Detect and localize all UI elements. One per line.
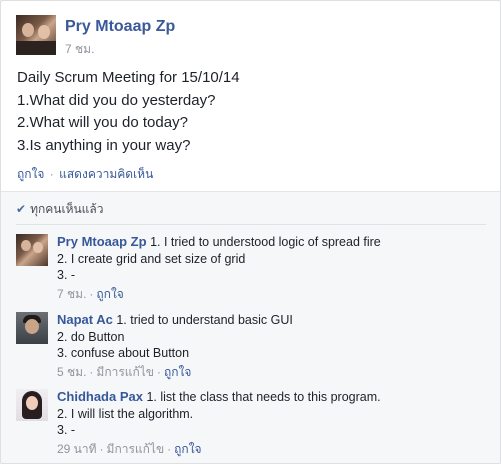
post-actions: ถูกใจ · แสดงความคิดเห็น <box>17 165 153 184</box>
comment-like-link[interactable]: ถูกใจ <box>96 287 123 301</box>
post-body: Daily Scrum Meeting for 15/10/14 1.What … <box>17 67 487 157</box>
comment-text: 3. - <box>57 423 76 437</box>
comment-timestamp[interactable]: 5 ชม. <box>57 365 86 379</box>
seen-by-label: ทุกคนเห็นแล้ว <box>30 202 104 216</box>
comment-link[interactable]: แสดงความคิดเห็น <box>59 167 153 181</box>
post-line: 3.Is anything in your way? <box>17 136 191 154</box>
commenter-name[interactable]: Pry Mtoaap Zp <box>57 234 147 249</box>
comment-text: 1. tried to understand basic GUI <box>116 313 293 327</box>
comment-timestamp[interactable]: 7 ชม. <box>57 287 86 301</box>
comment-text: 2. I create grid and set size of grid <box>57 251 246 266</box>
edited-label[interactable]: มีการแก้ไข <box>107 442 165 456</box>
commenter-name[interactable]: Chidhada Pax <box>57 389 143 404</box>
comment-text: 1. I tried to understood logic of spread… <box>150 235 381 249</box>
commenter-avatar[interactable] <box>16 389 48 421</box>
post-line: Daily Scrum Meeting for 15/10/14 <box>17 69 240 86</box>
comment-text: 2. do Button <box>57 329 125 344</box>
comment-like-link[interactable]: ถูกใจ <box>174 442 201 456</box>
comment-meta: 29 นาที · มีการแก้ไข · ถูกใจ <box>57 441 202 456</box>
comment-like-link[interactable]: ถูกใจ <box>164 365 191 379</box>
separator-dot: · <box>49 167 54 181</box>
post-card: Pry Mtoaap Zp 7 ชม. Daily Scrum Meeting … <box>0 0 501 464</box>
comment-text: 3. confuse about Button <box>57 346 190 360</box>
comment-text: 1. list the class that needs to this pro… <box>146 390 381 404</box>
comment-text: 2. I will list the algorithm. <box>57 406 194 421</box>
divider <box>16 224 486 225</box>
like-link[interactable]: ถูกใจ <box>17 167 44 181</box>
seen-by-row[interactable]: ✔ ทุกคนเห็นแล้ว <box>16 200 104 219</box>
post-line: 1.What did you do yesterday? <box>17 91 216 109</box>
commenter-avatar[interactable] <box>16 234 48 266</box>
comment-meta: 7 ชม. · ถูกใจ <box>57 286 124 301</box>
commenter-avatar[interactable] <box>16 312 48 344</box>
post-line: 2.What will you do today? <box>17 114 188 131</box>
comment-meta: 5 ชม. · มีการแก้ไข · ถูกใจ <box>57 364 192 379</box>
check-icon: ✔ <box>16 202 27 216</box>
edited-label[interactable]: มีการแก้ไข <box>96 365 154 379</box>
author-avatar[interactable] <box>16 15 56 55</box>
post-author-name[interactable]: Pry Mtoaap Zp <box>65 18 175 36</box>
commenter-name[interactable]: Napat Ac <box>57 312 113 327</box>
comment-text: 3. - <box>57 268 76 282</box>
comment-timestamp[interactable]: 29 นาที <box>57 442 97 456</box>
comments-section: ✔ ทุกคนเห็นแล้ว Pry Mtoaap Zp 1. I tried … <box>1 191 500 463</box>
post-timestamp[interactable]: 7 ชม. <box>65 40 94 59</box>
